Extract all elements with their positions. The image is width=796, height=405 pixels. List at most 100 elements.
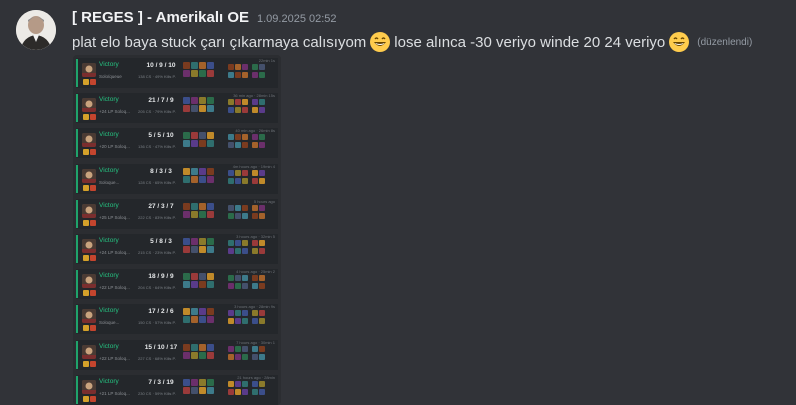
match-lp-change: Soloque...	[99, 179, 120, 185]
item-icon	[183, 308, 190, 316]
match-kda: 15 / 10 / 17	[144, 343, 178, 351]
champion-icon	[259, 345, 265, 352]
champion-portrait-icon	[82, 239, 96, 253]
item-icon	[191, 105, 198, 113]
champion-icon	[259, 388, 265, 395]
match-stats: 150 CS · 57% Kills P.	[138, 320, 176, 326]
champion-icon	[242, 275, 248, 282]
match-history-image[interactable]: Victory Solo/queue 10 / 9 / 10 138 CS · 49%…	[73, 55, 281, 405]
item-build	[183, 132, 219, 154]
match-row: Victory +24 LP Soloq... 21 / 7 / 9 205 CS ·…	[76, 93, 278, 124]
match-row: Victory +21 LP Soloq... 7 / 3 / 19 230 CS ·…	[76, 374, 278, 405]
champion-icon	[242, 212, 248, 219]
champion-icon	[235, 310, 241, 317]
champion-icon	[235, 318, 241, 325]
champion-icon	[242, 142, 248, 149]
champion-icon	[235, 248, 241, 254]
item-icon	[199, 167, 206, 175]
champion-icon	[242, 353, 248, 360]
item-icon	[183, 97, 190, 105]
champion-icon	[252, 248, 258, 254]
item-icon	[183, 378, 190, 386]
match-row: Victory Soloque... 17 / 2 / 6 150 CS · 57% …	[76, 304, 278, 335]
match-lp-change: +25 LP Soloq...	[99, 214, 130, 220]
user-avatar[interactable]	[16, 10, 56, 50]
champion-icon	[252, 107, 258, 114]
champion-icon	[259, 177, 265, 184]
item-icon	[207, 308, 214, 316]
item-icon	[207, 70, 214, 77]
item-icon	[207, 175, 214, 183]
champion-icon	[235, 212, 241, 219]
message-header: [ REGES ] - Amerikalı OE 1.09.2025 02:52	[72, 9, 337, 29]
champion-icon	[228, 318, 234, 325]
item-icon	[199, 62, 206, 69]
champion-icon	[259, 283, 265, 290]
item-icon	[199, 386, 206, 394]
message-content: plat elo baya stuck çarı çıkarmaya calıs…	[72, 31, 752, 53]
item-icon	[207, 132, 214, 140]
item-icon	[191, 210, 198, 218]
champion-icon	[252, 212, 258, 219]
match-stats: 215 CS · 23% Kills P.	[138, 250, 176, 255]
item-build	[183, 238, 219, 260]
item-icon	[191, 246, 198, 253]
champion-icon	[242, 64, 248, 70]
match-lp-change: +22 LP Soloq...	[99, 355, 130, 361]
champion-icon	[242, 107, 248, 114]
team-champions	[228, 310, 278, 330]
match-result: Victory	[99, 307, 119, 315]
summoner-spell-icon	[83, 255, 89, 261]
item-icon	[199, 70, 206, 77]
champion-icon	[252, 64, 258, 70]
champion-icon	[259, 353, 265, 360]
item-icon	[207, 351, 214, 359]
match-result: Victory	[99, 201, 119, 209]
item-icon	[207, 378, 214, 386]
match-result: Victory	[99, 96, 119, 104]
match-time-ago: 4m hours ago · 19min 4	[232, 163, 275, 169]
summoner-spell-icon	[90, 255, 96, 261]
champion-icon	[259, 134, 265, 141]
item-icon	[191, 70, 198, 77]
match-lp-change: Soloque...	[99, 320, 120, 326]
win-indicator-bar	[76, 270, 78, 299]
grinning-face-emoji-icon[interactable]	[668, 31, 690, 53]
champion-icon	[228, 283, 234, 290]
champion-icon	[259, 169, 265, 176]
item-icon	[191, 175, 198, 183]
item-icon	[207, 281, 214, 289]
champion-icon	[228, 212, 234, 219]
champion-icon	[242, 380, 248, 387]
grinning-face-emoji-icon[interactable]	[369, 31, 391, 53]
item-icon	[191, 238, 198, 245]
champion-icon	[235, 353, 241, 360]
match-time-ago: 40 min ago · 26min 8s	[235, 128, 275, 134]
item-icon	[191, 308, 198, 316]
item-icon	[191, 386, 198, 394]
team-champions	[228, 204, 278, 225]
match-stats: 204 CS · 64% Kills P.	[138, 285, 176, 291]
item-build	[183, 167, 219, 190]
champion-portrait-icon	[82, 133, 96, 148]
summoner-spell-icon	[90, 219, 96, 226]
username[interactable]: [ REGES ] - Amerikalı OE	[72, 9, 249, 26]
champion-icon	[252, 388, 258, 395]
message-text-part1: plat elo baya stuck çarı çıkarmaya calıs…	[72, 33, 367, 51]
win-indicator-bar	[76, 340, 78, 369]
match-lp-change: +20 LP Soloq...	[99, 144, 130, 150]
match-lp-change: +22 LP Soloq...	[99, 285, 130, 291]
match-row: Victory +24 LP Soloq... 5 / 8 / 3 215 CS · …	[76, 234, 278, 264]
match-time-ago: 4 hours ago · 25min 2	[236, 269, 275, 275]
match-time-ago: 36 min ago · 28min 15s	[233, 93, 275, 99]
champion-icon	[228, 169, 234, 176]
champion-icon	[259, 99, 265, 106]
match-time-ago: 5 hours ago	[253, 198, 275, 204]
message-timestamp[interactable]: 1.09.2025 02:52	[257, 13, 337, 25]
champion-icon	[228, 240, 234, 246]
item-icon	[199, 97, 206, 105]
summoner-spell-icon	[90, 360, 96, 367]
match-row: Victory +25 LP Soloq... 27 / 3 / 7 222 CS ·…	[76, 198, 278, 229]
item-icon	[191, 140, 198, 148]
team-champions	[228, 275, 278, 295]
